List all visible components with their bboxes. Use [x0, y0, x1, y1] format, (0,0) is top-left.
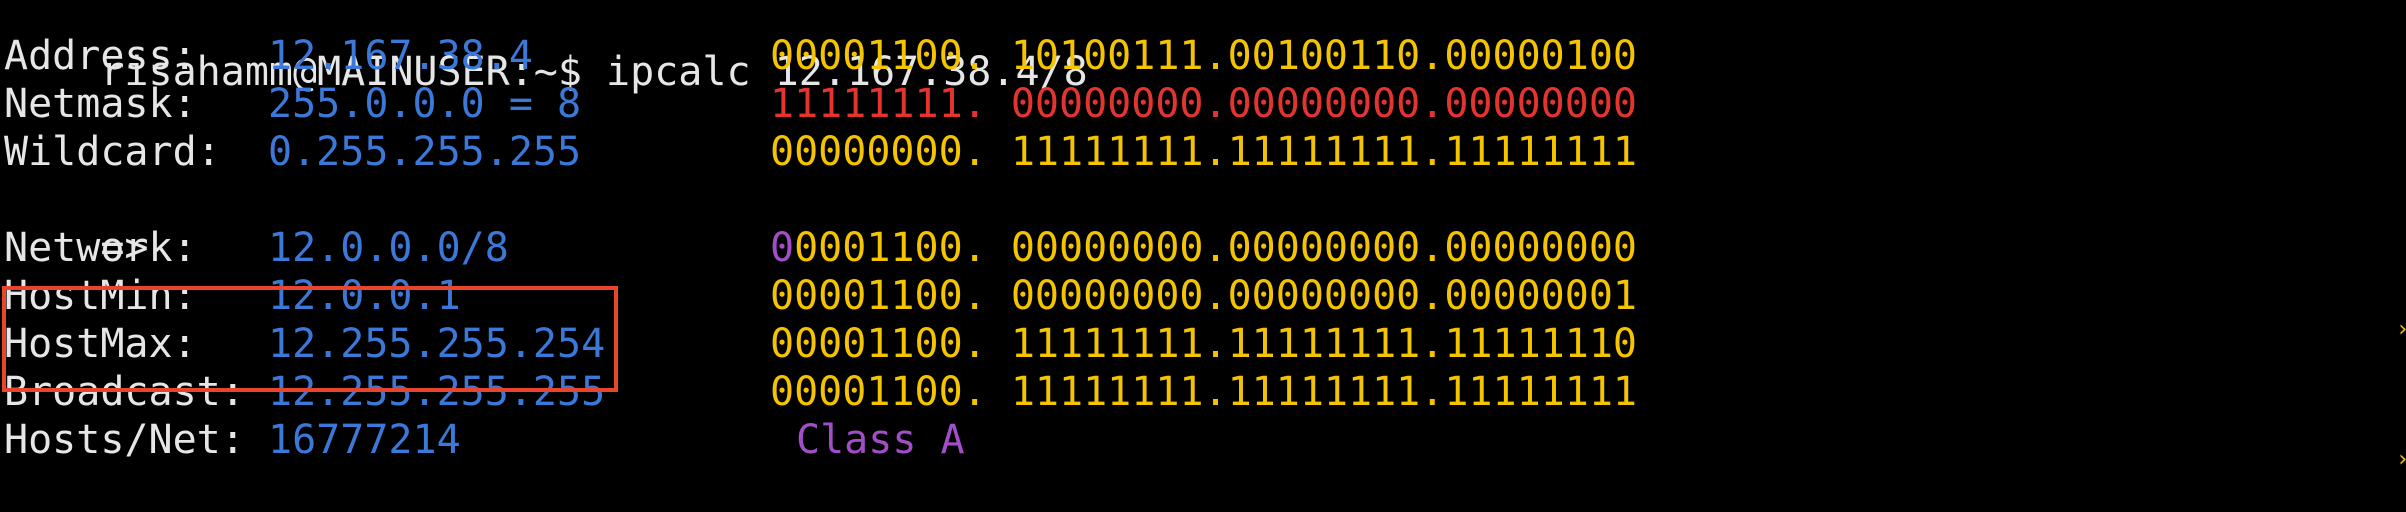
broadcast-binary-rest: 11111111.11111111.11111111	[1010, 369, 1637, 415]
address-binary-rest: 10100111.00100110.00000100	[1010, 33, 1637, 79]
netmask-binary-octet1: 11111111.	[770, 81, 987, 127]
hosts-value: 16777214	[268, 417, 461, 463]
hosts-row: Hosts/Net: 16777214 Class A	[4, 416, 2384, 464]
network-class: Class A	[796, 417, 965, 463]
wildcard-value: 0.255.255.255	[268, 129, 582, 175]
address-value: 12.167.38.4	[268, 33, 533, 79]
result-arrow: =>	[4, 176, 148, 271]
address-row: Address: 12.167.38.4 00001100. 10100111.…	[4, 32, 2384, 80]
netmask-row: Netmask: 255.0.0.0 = 8 11111111. 0000000…	[4, 80, 2384, 128]
network-binary-class-bit: 0	[770, 225, 795, 271]
wildcard-binary-octet1: 00000000.	[770, 129, 987, 175]
address-binary: 00001100. 10100111.00100110.00000100	[770, 32, 1637, 80]
scroll-marker-icon: ›	[2396, 448, 2406, 472]
wildcard-binary: 00000000. 11111111.11111111.11111111	[770, 128, 1637, 176]
hostmin-binary-rest: 00000000.00000000.00000001	[1010, 273, 1637, 319]
hostmax-binary: 00001100. 11111111.11111111.11111110	[770, 320, 1637, 368]
terminal-window[interactable]: risahamm@MAINUSER:~$ ipcalc 12.167.38.4/…	[0, 0, 2406, 512]
network-label: Network:	[4, 225, 197, 271]
network-binary: 00001100. 00000000.00000000.00000000	[770, 224, 1637, 272]
broadcast-binary-octet1: 00001100.	[770, 369, 987, 415]
wildcard-row: Wildcard: 0.255.255.255 00000000. 111111…	[4, 128, 2384, 176]
broadcast-binary: 00001100. 11111111.11111111.11111111	[770, 368, 1637, 416]
netmask-value: 255.0.0.0 = 8	[268, 81, 582, 127]
address-binary-octet1: 00001100.	[770, 33, 987, 79]
network-value: 12.0.0.0/8	[268, 225, 509, 271]
hostmin-binary: 00001100. 00000000.00000000.00000001	[770, 272, 1637, 320]
netmask-binary: 11111111. 00000000.00000000.00000000	[770, 80, 1637, 128]
hostmax-binary-rest: 11111111.11111111.11111110	[1010, 321, 1637, 367]
network-row: Network: 12.0.0.0/8 00001100. 00000000.0…	[4, 224, 2384, 272]
hostrange-highlight-box	[2, 286, 618, 392]
hostmin-binary-octet1: 00001100.	[770, 273, 987, 319]
network-binary-rest: 00000000.00000000.00000000	[1010, 225, 1637, 271]
netmask-label: Netmask:	[4, 81, 197, 127]
hostmax-binary-octet1: 00001100.	[770, 321, 987, 367]
wildcard-label: Wildcard:	[4, 129, 221, 175]
network-binary-octet1: 0001100.	[794, 225, 987, 271]
address-label: Address:	[4, 33, 197, 79]
hosts-label: Hosts/Net:	[4, 417, 245, 463]
netmask-binary-rest: 00000000.00000000.00000000	[1010, 81, 1637, 127]
wildcard-binary-rest: 11111111.11111111.11111111	[1010, 129, 1637, 175]
scroll-marker-icon: ›	[2396, 318, 2406, 342]
